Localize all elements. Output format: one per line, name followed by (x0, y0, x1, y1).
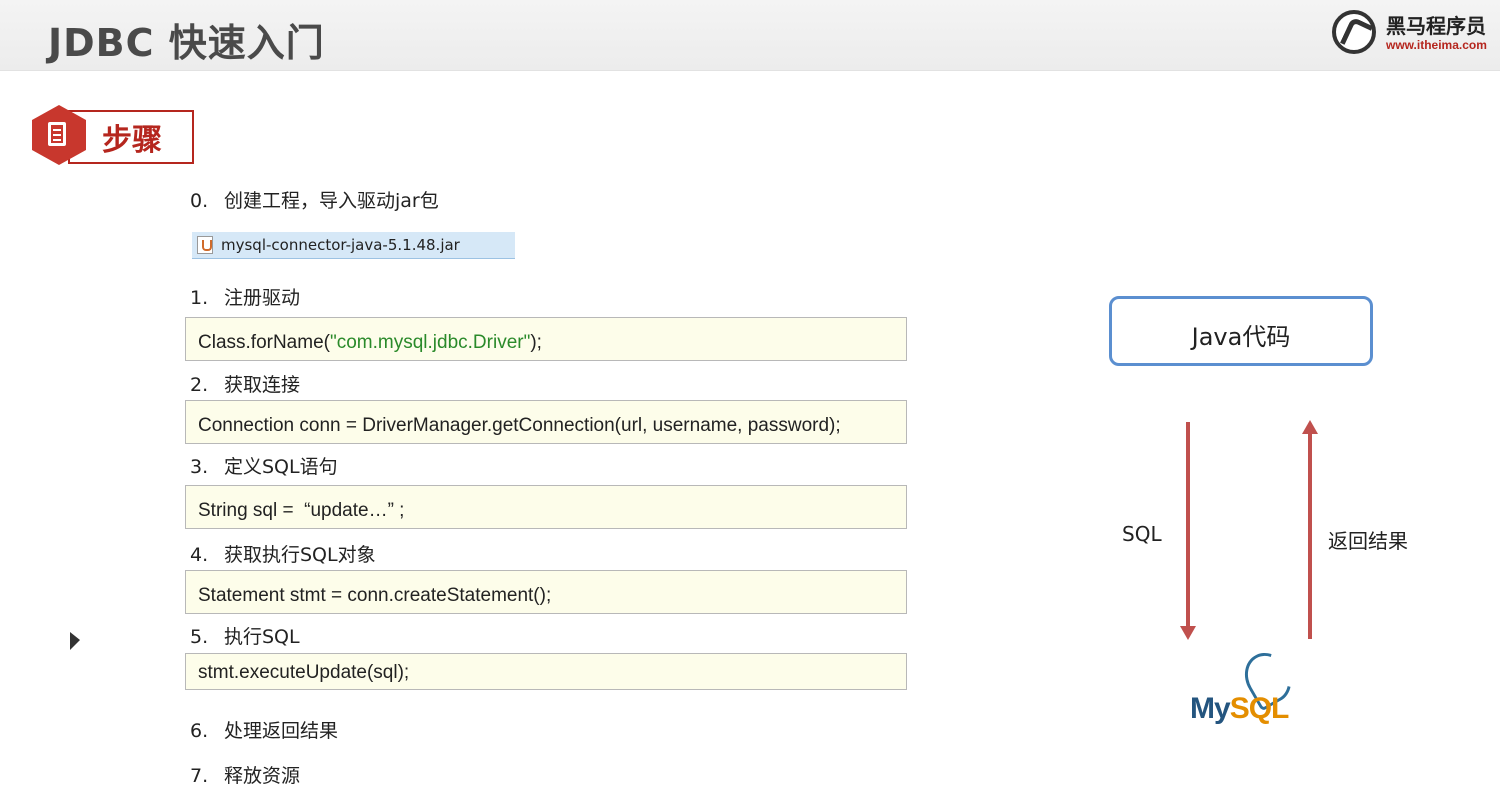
java-jar-icon (197, 236, 213, 254)
document-icon (48, 122, 66, 146)
java-code-box: Java代码 (1109, 296, 1373, 366)
horse-logo-icon (1332, 10, 1376, 54)
step-2: 2. 获取连接 (190, 374, 301, 396)
slide-title: JDBC 快速入门 (48, 21, 325, 65)
slide-header: JDBC 快速入门 黑马程序员 www.itheima.com (0, 0, 1500, 71)
step-1: 1. 注册驱动 (190, 287, 301, 309)
code-execute-update: stmt.executeUpdate(sql); (185, 653, 907, 690)
sql-down-arrow-icon (1180, 422, 1196, 640)
code-define-sql: String sql = “update…” ; (185, 485, 907, 529)
result-up-arrow-icon (1302, 420, 1318, 639)
mysql-logo: MySQL (1188, 644, 1301, 727)
java-code-label: Java代码 (1191, 323, 1291, 351)
code-create-statement: Statement stmt = conn.createStatement(); (185, 570, 907, 614)
step-6: 6. 处理返回结果 (190, 720, 339, 742)
sql-arrow-label: SQL (1122, 522, 1162, 546)
mouse-cursor-icon (70, 632, 80, 650)
jar-file-item[interactable]: mysql-connector-java-5.1.48.jar (192, 232, 515, 259)
code-get-connection: Connection conn = DriverManager.getConne… (185, 400, 907, 444)
step-0: 0. 创建工程，导入驱动jar包 (190, 190, 439, 212)
jar-filename: mysql-connector-java-5.1.48.jar (221, 236, 460, 254)
step-7: 7. 释放资源 (190, 765, 301, 787)
logo-url: www.itheima.com (1386, 38, 1487, 52)
section-label: 步骤 (102, 123, 162, 158)
result-arrow-label: 返回结果 (1328, 529, 1408, 553)
step-3: 3. 定义SQL语句 (190, 456, 338, 478)
section-badge: 步骤 (32, 105, 194, 165)
code-register-driver: Class.forName("com.mysql.jdbc.Driver"); (185, 317, 907, 361)
step-4: 4. 获取执行SQL对象 (190, 544, 376, 566)
mysql-wordmark: MySQL (1190, 692, 1289, 725)
logo-name: 黑马程序员 (1386, 14, 1486, 38)
step-5: 5. 执行SQL (190, 626, 300, 648)
itheima-logo: 黑马程序员 www.itheima.com (1332, 6, 1496, 60)
